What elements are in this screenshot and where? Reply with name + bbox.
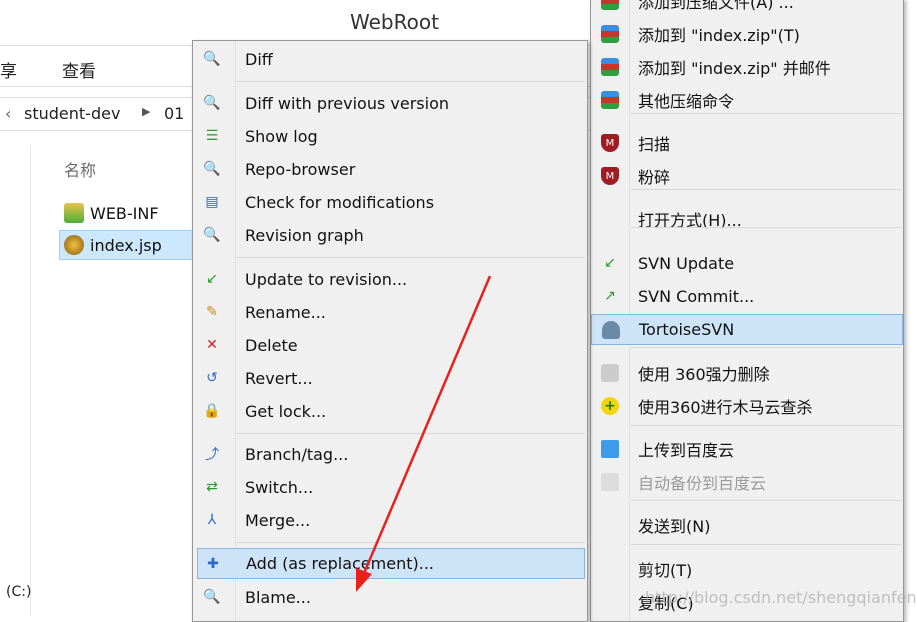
- red-annotation-arrow: [356, 275, 492, 592]
- watermark: http://blog.csdn.net/shengqianfeng: [645, 588, 917, 607]
